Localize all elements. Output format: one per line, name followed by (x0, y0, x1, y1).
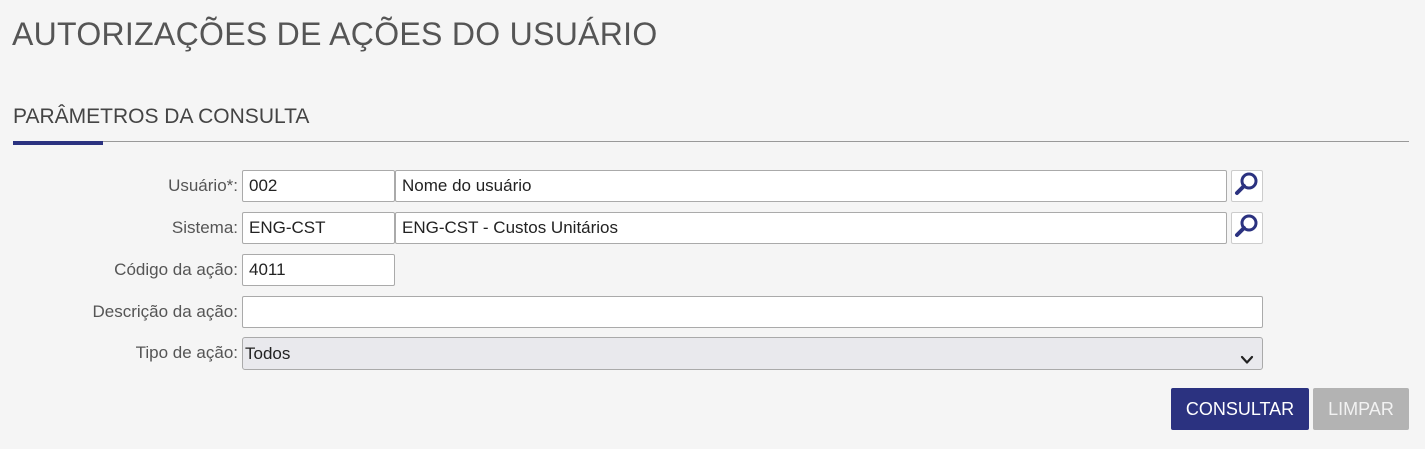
tipo-acao-selected: Todos (245, 344, 291, 363)
usuario-code-input[interactable]: 002 (242, 170, 395, 202)
usuario-label: Usuário*: (168, 176, 238, 195)
section-title: PARÂMETROS DA CONSULTA (13, 105, 310, 128)
codigo-acao-input[interactable]: 4011 (242, 254, 395, 286)
sistema-code-input[interactable]: ENG-CST (242, 212, 395, 244)
search-icon (1234, 213, 1260, 244)
page-title: AUTORIZAÇÕES DE AÇÕES DO USUÁRIO (12, 16, 658, 52)
tipo-acao-label: Tipo de ação: (135, 343, 238, 362)
sistema-label: Sistema: (171, 218, 238, 237)
sistema-lookup-button[interactable] (1231, 212, 1263, 244)
sistema-name-input[interactable]: ENG-CST - Custos Unitários (395, 212, 1227, 244)
descricao-acao-label: Descrição da ação: (92, 302, 238, 321)
tipo-acao-select[interactable]: Todos (242, 337, 1263, 370)
codigo-acao-label: Código da ação: (114, 260, 238, 279)
consultar-button[interactable]: CONSULTAR (1171, 388, 1309, 430)
chevron-down-icon (1240, 346, 1254, 377)
usuario-name-input[interactable]: Nome do usuário (395, 170, 1227, 202)
limpar-button[interactable]: LIMPAR (1313, 388, 1409, 430)
descricao-acao-input[interactable] (242, 296, 1263, 328)
search-icon (1234, 171, 1260, 202)
section-divider (13, 141, 1409, 142)
section-accent-bar (13, 141, 103, 145)
usuario-lookup-button[interactable] (1231, 170, 1263, 202)
